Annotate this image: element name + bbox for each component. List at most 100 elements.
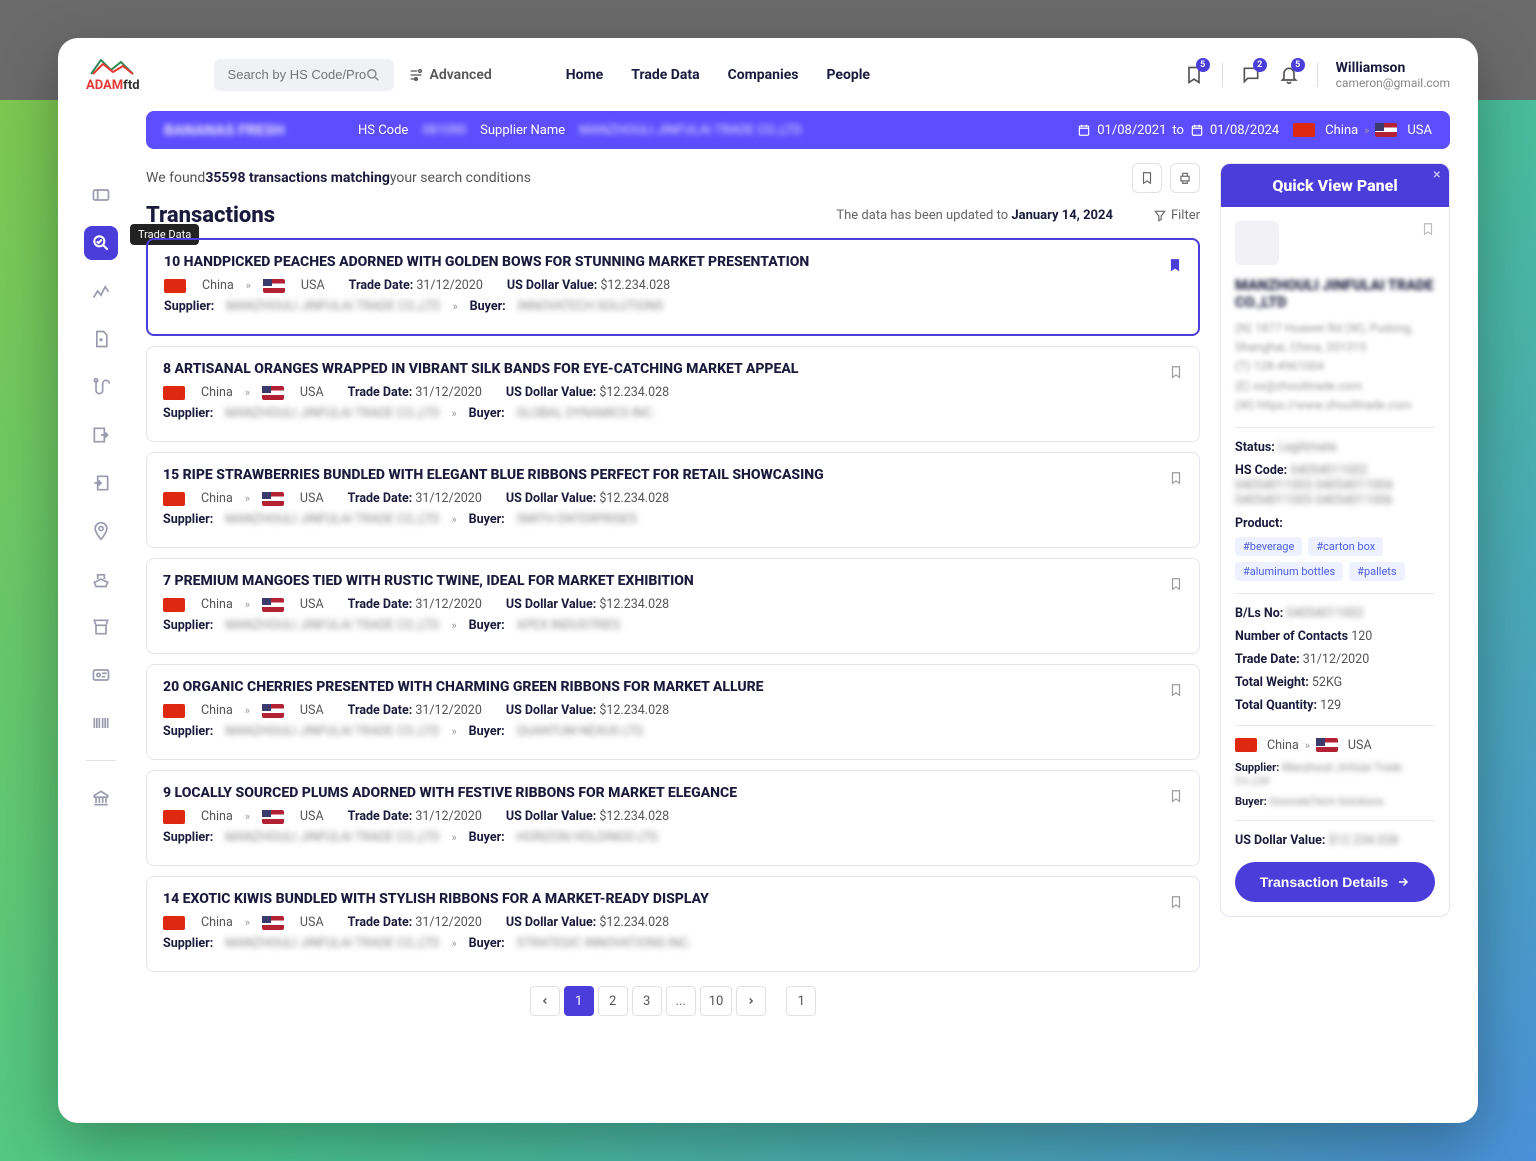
value: $12.234.028 bbox=[599, 491, 669, 506]
weight-row: Total Weight: 52KG bbox=[1235, 675, 1435, 690]
arrow-icon: » bbox=[245, 492, 250, 505]
nav-home[interactable]: Home bbox=[566, 67, 603, 83]
flag-us-icon bbox=[262, 810, 284, 824]
transaction-details-button[interactable]: Transaction Details bbox=[1235, 862, 1435, 902]
card-bookmark-icon[interactable] bbox=[1169, 467, 1183, 486]
page-prev[interactable] bbox=[530, 986, 560, 1016]
side-import-icon[interactable] bbox=[84, 466, 118, 500]
product-tag[interactable]: #aluminum bottles bbox=[1235, 562, 1343, 581]
supplier-label: Supplier: bbox=[164, 299, 214, 314]
nav-companies[interactable]: Companies bbox=[728, 67, 799, 83]
search-input[interactable] bbox=[228, 67, 366, 82]
card-title: 15 RIPE STRAWBERRIES BUNDLED WITH ELEGAN… bbox=[163, 467, 1183, 483]
pagination: 1 2 3 ... 10 1 bbox=[146, 986, 1200, 1016]
bell-badge: 5 bbox=[1291, 58, 1305, 72]
card-bookmark-icon[interactable] bbox=[1169, 361, 1183, 380]
trade-date-value: 31/12/2020 bbox=[415, 385, 482, 400]
card-bookmark-icon[interactable] bbox=[1168, 254, 1182, 273]
bell-button[interactable]: 5 bbox=[1279, 64, 1299, 85]
side-route-icon[interactable] bbox=[84, 370, 118, 404]
flag-us-icon bbox=[262, 598, 284, 612]
card-to: USA bbox=[300, 597, 324, 612]
product-tag[interactable]: #carton box bbox=[1308, 537, 1383, 556]
side-document-icon[interactable] bbox=[84, 322, 118, 356]
bookmark-all-button[interactable] bbox=[1132, 163, 1162, 193]
arrow-icon: » bbox=[451, 831, 456, 844]
topbar: ADAMftd Advanced Home Trade Data Compani… bbox=[58, 38, 1478, 111]
page-3[interactable]: 3 bbox=[632, 986, 662, 1016]
page-1[interactable]: 1 bbox=[564, 986, 594, 1016]
value: $12.234.028 bbox=[599, 915, 669, 930]
side-ship-icon[interactable] bbox=[84, 562, 118, 596]
side-export-icon[interactable] bbox=[84, 418, 118, 452]
transaction-card[interactable]: 7 PREMIUM MANGOES TIED WITH RUSTIC TWINE… bbox=[146, 558, 1200, 654]
print-button[interactable] bbox=[1170, 163, 1200, 193]
value: $12.234.028 bbox=[599, 809, 669, 824]
side-store-icon[interactable] bbox=[84, 610, 118, 644]
hs-row: HS Code: 04054011002 04054011003 0405401… bbox=[1235, 463, 1435, 508]
transaction-card[interactable]: 20 ORGANIC CHERRIES PRESENTED WITH CHARM… bbox=[146, 664, 1200, 760]
page-2[interactable]: 2 bbox=[598, 986, 628, 1016]
side-card-icon[interactable] bbox=[84, 658, 118, 692]
trade-date-value: 31/12/2020 bbox=[415, 703, 482, 718]
product-tag[interactable]: #pallets bbox=[1349, 562, 1404, 581]
buyer-value: APEX INDUSTRIES bbox=[517, 618, 620, 633]
buyer-value: GLOBAL DYNAMICS INC. bbox=[517, 406, 656, 421]
transaction-card[interactable]: 15 RIPE STRAWBERRIES BUNDLED WITH ELEGAN… bbox=[146, 452, 1200, 548]
page-next[interactable] bbox=[736, 986, 766, 1016]
card-bookmark-icon[interactable] bbox=[1169, 679, 1183, 698]
search-icon[interactable] bbox=[366, 67, 380, 83]
card-bookmark-icon[interactable] bbox=[1169, 785, 1183, 804]
search-box[interactable] bbox=[214, 59, 394, 91]
trade-date-value: 31/12/2020 bbox=[415, 491, 482, 506]
arrow-icon: » bbox=[246, 279, 251, 292]
found-row: We found 35598 transactions matching you… bbox=[146, 163, 1200, 193]
page-ellipsis: ... bbox=[666, 986, 696, 1016]
arrow-icon: » bbox=[451, 937, 456, 950]
value: $12.234.028 bbox=[599, 385, 669, 400]
transaction-card[interactable]: 14 EXOTIC KIWIS BUNDLED WITH STYLISH RIB… bbox=[146, 876, 1200, 972]
side-location-icon[interactable] bbox=[84, 514, 118, 548]
user-email: cameron@gmail.com bbox=[1336, 76, 1450, 90]
buyer-value: SMITH ENTERPRISES bbox=[517, 512, 637, 527]
card-bookmark-icon[interactable] bbox=[1169, 891, 1183, 910]
hs-code-value: 081090 bbox=[422, 123, 466, 138]
filter-bar: BANANAS FRESH HS Code 081090 Supplier Na… bbox=[146, 111, 1450, 149]
company-thumbnail bbox=[1235, 221, 1279, 265]
company-web: (W) https://www.zhoulitrade.com bbox=[1235, 396, 1435, 415]
chat-button[interactable]: 2 bbox=[1241, 64, 1261, 85]
panel-value-row: US Dollar Value: $12.234.028 bbox=[1235, 833, 1435, 848]
transaction-card[interactable]: 8 ARTISANAL ORANGES WRAPPED IN VIBRANT S… bbox=[146, 346, 1200, 442]
divider bbox=[1317, 63, 1318, 87]
trade-date-label: Trade Date: bbox=[348, 491, 413, 506]
card-from: China bbox=[201, 385, 233, 400]
page-far[interactable]: 1 bbox=[786, 986, 816, 1016]
supplier-value: MANZHOULI JINFULAI TRADE CO.,LTD bbox=[225, 406, 439, 421]
transaction-card[interactable]: 9 LOCALLY SOURCED PLUMS ADORNED WITH FES… bbox=[146, 770, 1200, 866]
card-to: USA bbox=[300, 809, 324, 824]
card-bookmark-icon[interactable] bbox=[1169, 573, 1183, 592]
side-analytics-icon[interactable] bbox=[84, 274, 118, 308]
side-bank-icon[interactable] bbox=[84, 781, 118, 815]
side-dashboard-icon[interactable] bbox=[84, 178, 118, 212]
page-10[interactable]: 10 bbox=[700, 986, 733, 1016]
trade-date-value: 31/12/2020 bbox=[415, 915, 482, 930]
nav-trade-data[interactable]: Trade Data bbox=[631, 67, 699, 83]
flag-us-icon bbox=[262, 492, 284, 506]
advanced-filter[interactable]: Advanced bbox=[408, 67, 492, 83]
filter-button[interactable]: Filter bbox=[1153, 208, 1200, 223]
date-range[interactable]: 01/08/2021 to 01/08/2024 bbox=[1077, 123, 1279, 138]
product-tag[interactable]: #beverage bbox=[1235, 537, 1302, 556]
product-row: Product: #beverage#carton box#aluminum b… bbox=[1235, 516, 1435, 581]
app-window: ADAMftd Advanced Home Trade Data Compani… bbox=[58, 38, 1478, 1123]
side-barcode-icon[interactable] bbox=[84, 706, 118, 740]
nav-people[interactable]: People bbox=[826, 67, 870, 83]
user-info[interactable]: Williamson cameron@gmail.com bbox=[1336, 60, 1450, 90]
company-name: MANZHOULI JINFULAI TRADE CO.,LTD bbox=[1235, 277, 1435, 311]
buyer-value: QUANTUM NEXUS LTD. bbox=[517, 724, 646, 739]
panel-bookmark-icon[interactable] bbox=[1421, 221, 1435, 236]
bookmark-button[interactable]: 5 bbox=[1184, 64, 1204, 85]
side-trade-data-icon[interactable] bbox=[84, 226, 118, 260]
panel-close-icon[interactable]: ✕ bbox=[1433, 170, 1441, 181]
transaction-card[interactable]: 10 HANDPICKED PEACHES ADORNED WITH GOLDE… bbox=[146, 238, 1200, 336]
